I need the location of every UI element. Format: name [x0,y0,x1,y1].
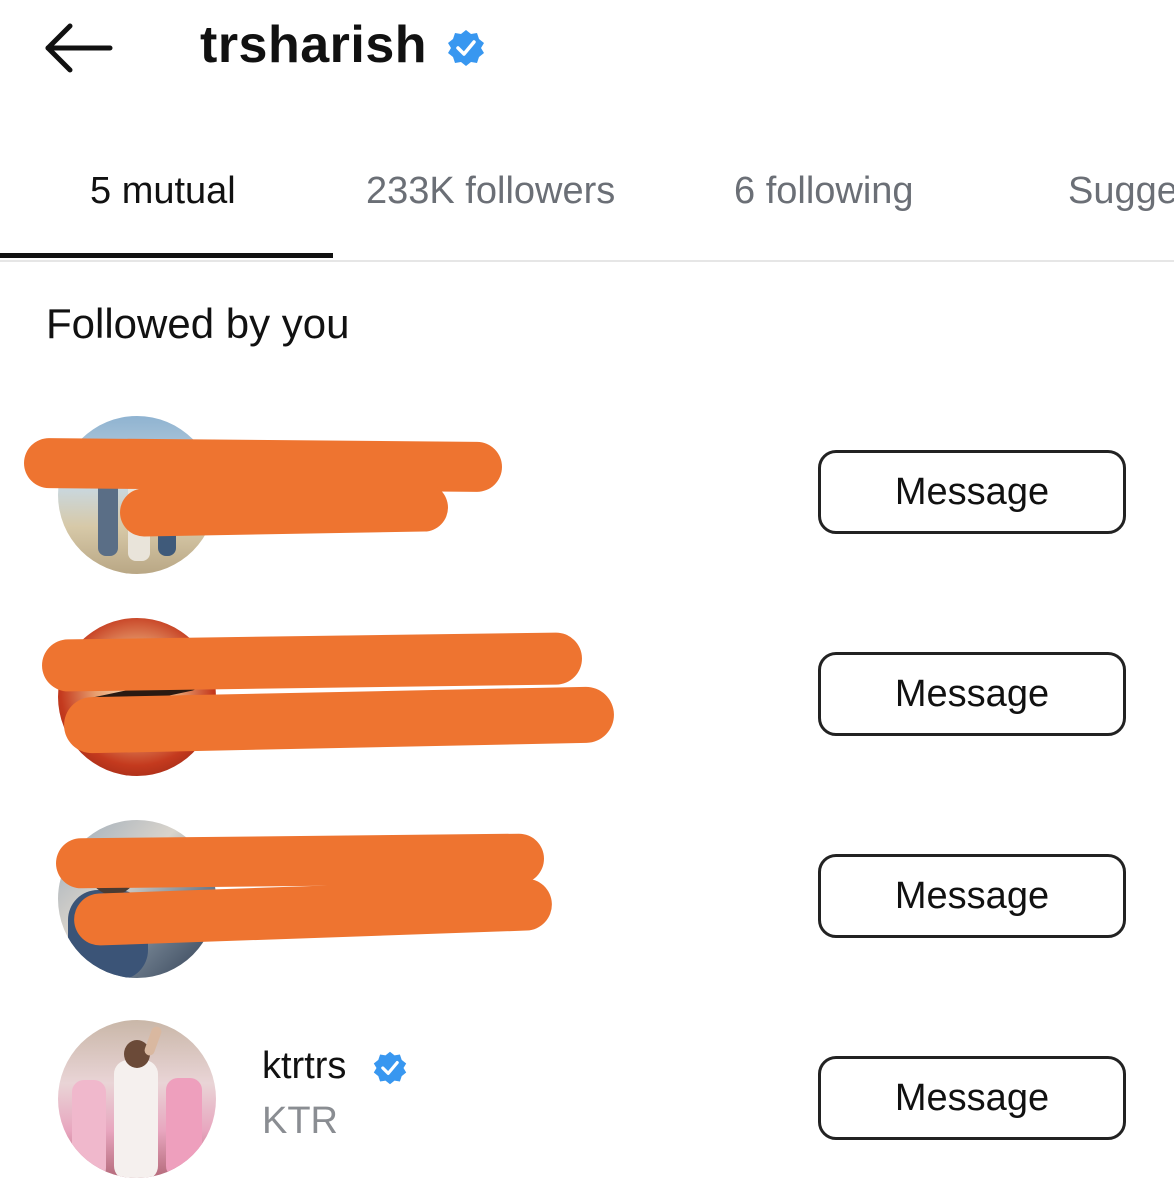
tab-followers[interactable]: 233K followers [366,170,615,213]
redaction-mark [119,483,449,537]
section-title: Followed by you [46,300,350,347]
verified-badge-icon [373,1051,407,1085]
tab-suggested[interactable]: Sugge [1068,170,1174,213]
redaction-mark [63,686,615,754]
arrow-left-icon [45,23,113,73]
tab-following[interactable]: 6 following [734,170,914,213]
top-bar: trsharish [0,0,1174,100]
tab-bar: 5 mutual 233K followers 6 following Sugg… [0,140,1174,262]
verified-badge-icon [448,30,484,66]
avatar[interactable] [58,1020,216,1178]
message-button[interactable]: Message [818,652,1126,736]
list-item[interactable]: Message [0,410,1174,590]
redaction-mark [41,632,583,692]
row-username[interactable]: ktrtrs [262,1045,346,1088]
message-button[interactable]: Message [818,854,1126,938]
list-item[interactable]: Message [0,612,1174,792]
row-display-name: KTR [262,1100,338,1142]
list-item[interactable]: Message [0,1016,1174,1196]
message-button[interactable]: Message [818,1056,1126,1140]
active-tab-indicator [0,253,333,258]
back-button[interactable] [40,18,116,78]
profile-username-title: trsharish [200,16,428,74]
list-item[interactable]: Message [0,814,1174,994]
message-button[interactable]: Message [818,450,1126,534]
tab-mutual[interactable]: 5 mutual [90,170,236,213]
